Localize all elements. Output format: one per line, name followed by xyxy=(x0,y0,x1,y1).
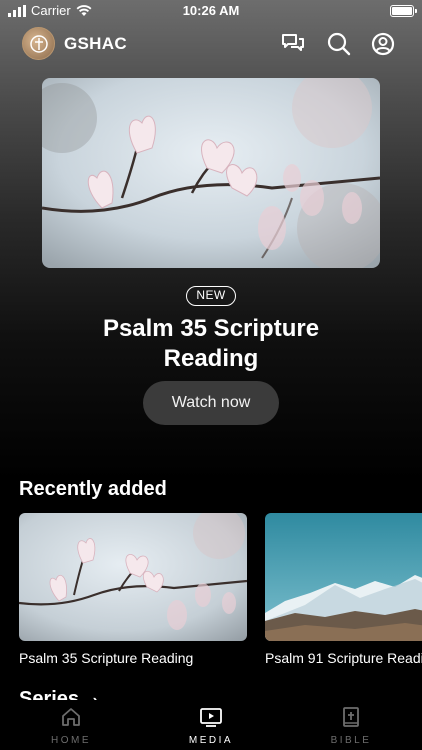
media-card[interactable] xyxy=(19,513,247,641)
new-badge: NEW xyxy=(186,286,236,306)
home-icon xyxy=(62,708,80,726)
tab-media[interactable]: MEDIA xyxy=(161,706,261,746)
card-title: Psalm 91 Scripture Reading xyxy=(265,650,422,666)
battery-icon xyxy=(390,5,417,17)
tab-media-label: MEDIA xyxy=(188,735,234,746)
tab-home[interactable]: HOME xyxy=(21,706,121,746)
media-card[interactable] xyxy=(265,513,422,641)
recently-added-title: Recently added xyxy=(19,478,167,500)
hero-thumbnail[interactable] xyxy=(42,78,380,268)
chat-icon[interactable] xyxy=(280,31,306,57)
tab-bible[interactable]: BIBLE xyxy=(301,706,401,746)
card-title: Psalm 35 Scripture Reading xyxy=(19,650,194,666)
magnolia-thumbnail xyxy=(19,513,247,641)
tab-bar: HOME MEDIA BIBLE xyxy=(0,700,422,750)
logo-mark-icon xyxy=(29,34,48,53)
watch-now-button[interactable]: Watch now xyxy=(143,381,279,425)
search-icon[interactable] xyxy=(326,31,352,57)
app-header: GSHAC xyxy=(0,26,422,62)
magnolia-image xyxy=(42,78,380,268)
tab-home-label: HOME xyxy=(51,735,91,746)
tab-bible-label: BIBLE xyxy=(330,735,372,746)
status-time: 10:26 AM xyxy=(182,3,240,18)
hero-title: Psalm 35 Scripture Reading xyxy=(102,315,320,372)
church-logo[interactable] xyxy=(22,27,55,60)
mountain-thumbnail xyxy=(265,513,422,641)
status-bar: Carrier 10:26 AM xyxy=(0,0,422,22)
brand-name: GSHAC xyxy=(64,34,127,53)
account-icon[interactable] xyxy=(370,31,396,57)
bible-icon xyxy=(343,707,359,727)
media-icon xyxy=(200,708,222,727)
